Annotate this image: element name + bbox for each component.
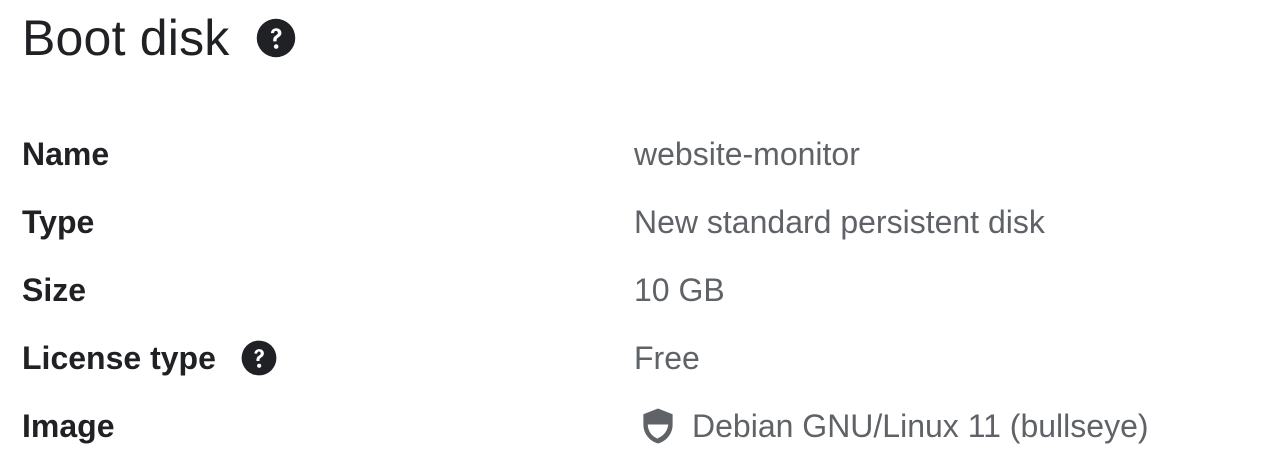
detail-value-text: New standard persistent disk — [634, 203, 1045, 240]
detail-row-type: Type New standard persistent disk — [22, 188, 1272, 256]
detail-label: Name — [22, 135, 110, 172]
detail-label-wrapper: License type — [22, 324, 278, 392]
detail-value-text: 10 GB — [634, 271, 725, 308]
detail-row-name: Name website-monitor — [22, 120, 1272, 188]
detail-value-text: Debian GNU/Linux 11 (bullseye) — [692, 407, 1149, 444]
detail-row-license-type: License type Free — [22, 324, 1272, 392]
detail-row-size: Size 10 GB — [22, 256, 1272, 324]
detail-value-text: Free — [634, 339, 700, 376]
section-header: Boot disk — [22, 6, 297, 70]
help-circle-icon[interactable] — [255, 17, 297, 59]
shield-icon — [640, 407, 676, 445]
boot-disk-section: Boot disk Name website-monitor Type New … — [0, 0, 1286, 474]
detail-label: License type — [22, 339, 216, 376]
detail-label: Type — [22, 203, 95, 240]
detail-value: New standard persistent disk — [634, 188, 1045, 256]
help-circle-icon[interactable] — [240, 339, 278, 377]
detail-value: 10 GB — [634, 256, 725, 324]
detail-value: Free — [634, 324, 700, 392]
boot-disk-details: Name website-monitor Type New standard p… — [22, 120, 1272, 460]
detail-value: website-monitor — [634, 120, 860, 188]
detail-value: Debian GNU/Linux 11 (bullseye) — [634, 392, 1149, 460]
detail-value-text: website-monitor — [634, 135, 860, 172]
detail-label: Image — [22, 407, 115, 444]
detail-row-image: Image Debian GNU/Linux 11 (bullseye) — [22, 392, 1272, 460]
section-title: Boot disk — [22, 10, 230, 66]
detail-label: Size — [22, 271, 87, 308]
